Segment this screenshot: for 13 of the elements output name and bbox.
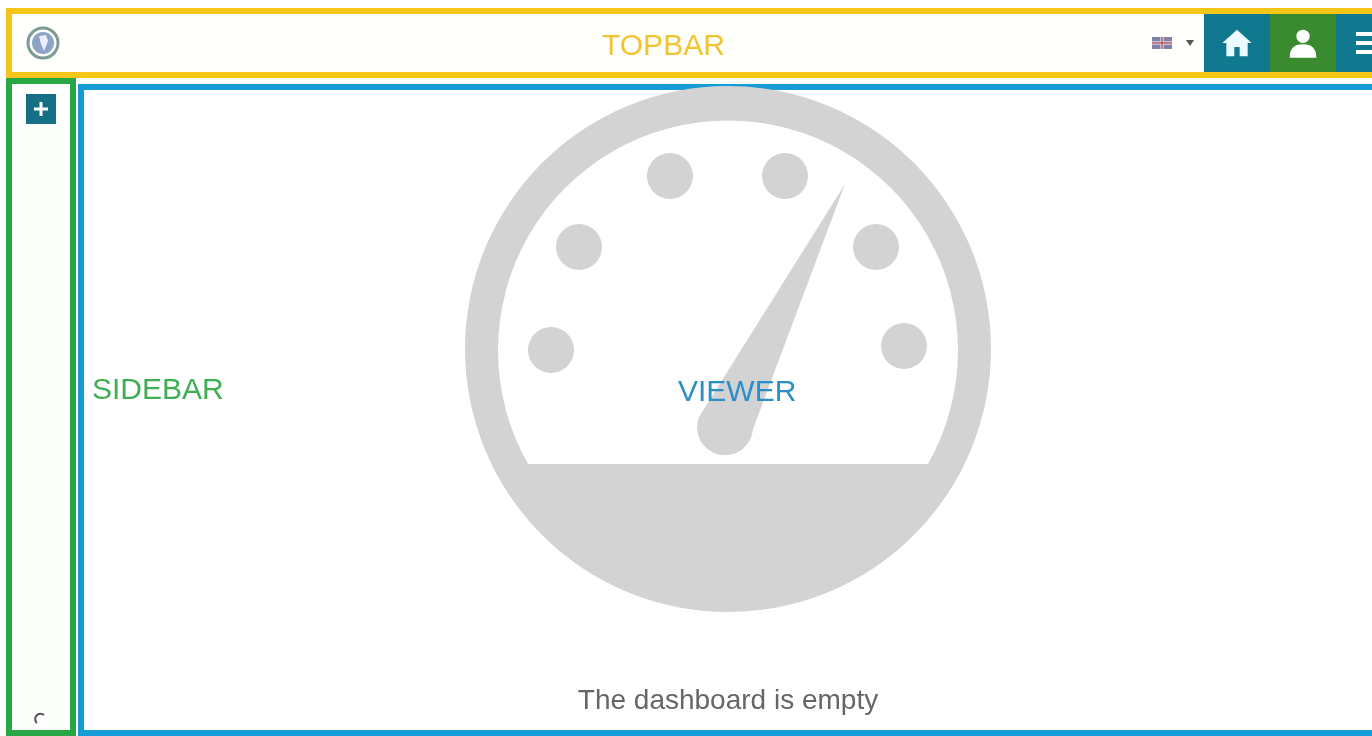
topbar-label: TOPBAR bbox=[602, 28, 725, 62]
viewer-label: VIEWER bbox=[678, 374, 797, 408]
sidebar-label: SIDEBAR bbox=[92, 372, 224, 406]
add-button[interactable] bbox=[26, 94, 56, 124]
plus-icon bbox=[33, 101, 49, 117]
empty-message: The dashboard is empty bbox=[577, 684, 879, 716]
home-icon bbox=[1221, 27, 1253, 59]
user-button[interactable] bbox=[1270, 14, 1336, 72]
home-button[interactable] bbox=[1204, 14, 1270, 72]
user-icon bbox=[1287, 27, 1319, 59]
menu-button[interactable] bbox=[1336, 14, 1372, 72]
globe-icon bbox=[26, 26, 60, 60]
caret-icon[interactable] bbox=[1186, 40, 1194, 46]
